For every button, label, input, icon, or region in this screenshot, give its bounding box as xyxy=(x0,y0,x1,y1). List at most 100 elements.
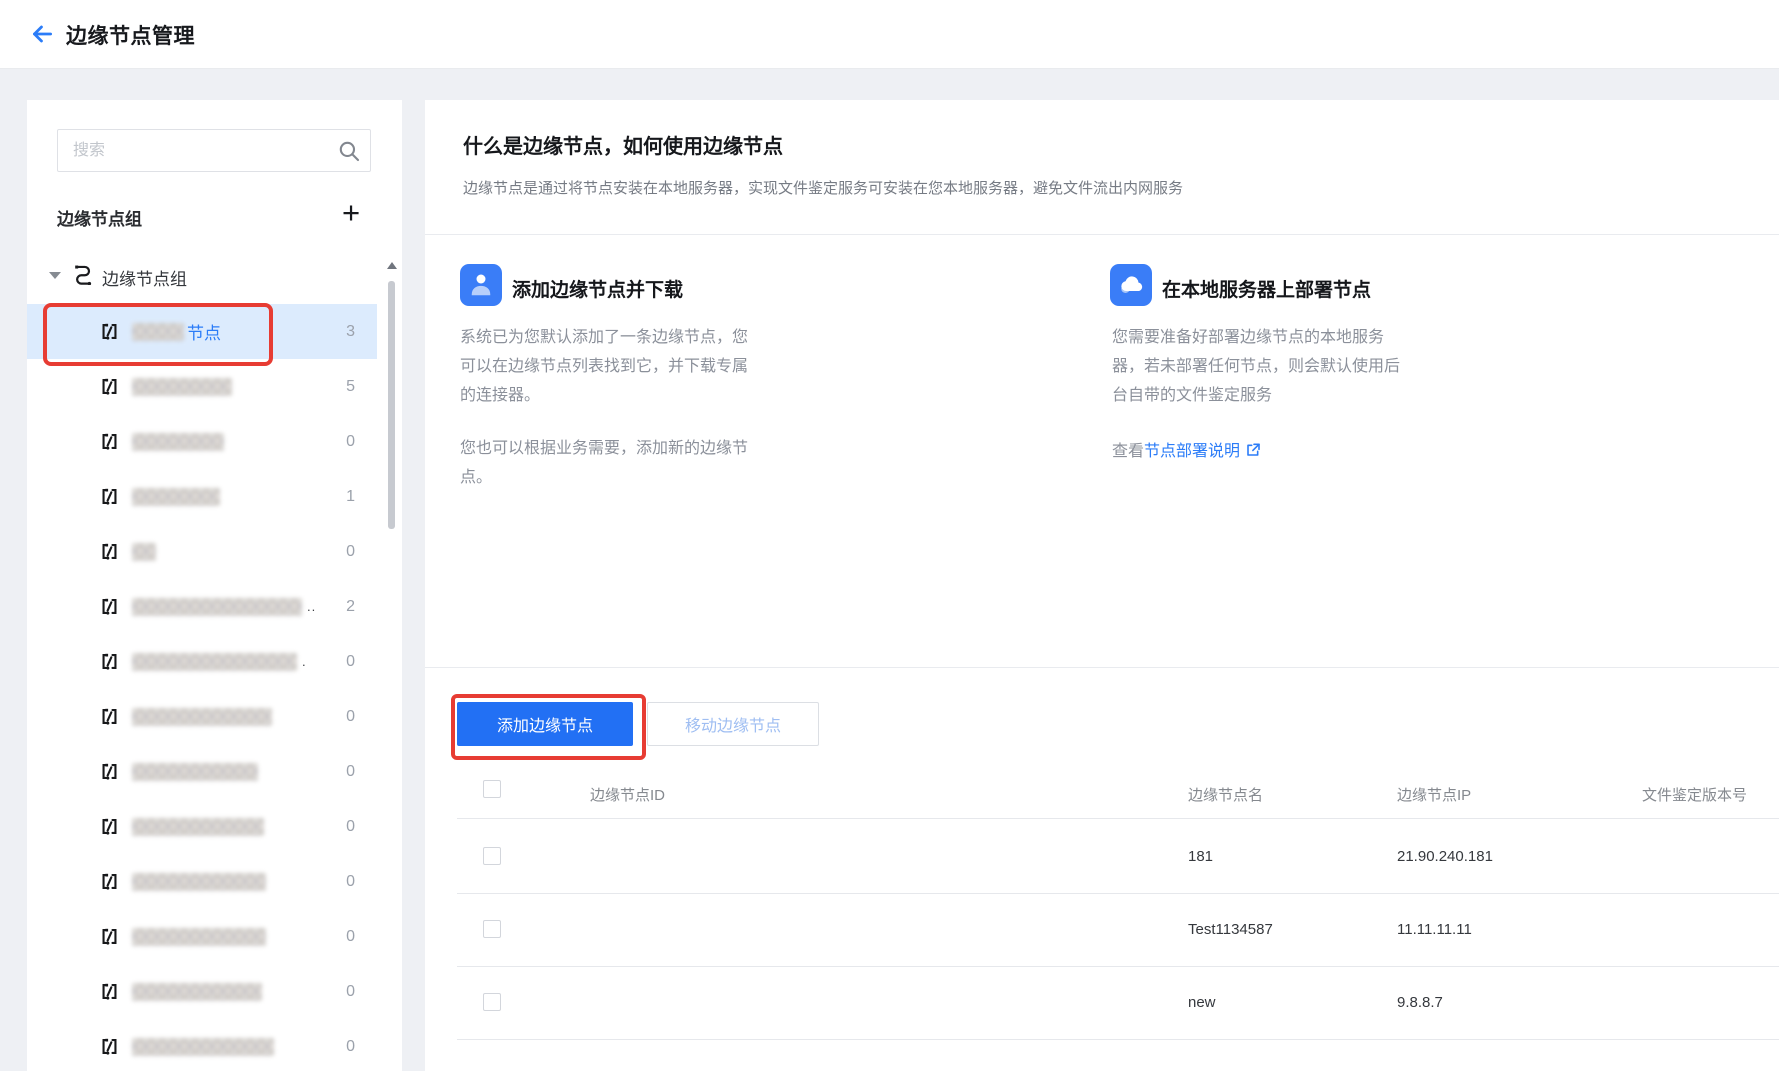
card-deploy-paragraph: 您需要准备好部署边缘节点的本地服务器，若未部署任何节点，则会默认使用后台自带的文… xyxy=(1112,329,1401,404)
search-input[interactable] xyxy=(71,130,335,171)
node-count-badge: 0 xyxy=(346,652,355,670)
intro-description: 边缘节点是通过将节点安装在本地服务器，实现文件鉴定服务可安装在您本地服务器，避免… xyxy=(463,180,1184,197)
select-all-checkbox[interactable] xyxy=(483,780,501,798)
edge-node-management-page: 边缘节点管理 边缘节点组 + 边缘节点组 xyxy=(0,0,1779,1071)
column-header-node-name: 边缘节点名 xyxy=(1188,787,1264,804)
node-count-badge: 0 xyxy=(346,872,355,890)
external-link-icon[interactable] xyxy=(1245,442,1261,463)
redacted-node-name xyxy=(132,487,220,506)
node-count-badge: 0 xyxy=(346,817,355,835)
node-icon xyxy=(99,926,120,947)
node-icon xyxy=(99,376,120,397)
row-checkbox[interactable] xyxy=(483,847,501,865)
node-icon xyxy=(99,981,120,1002)
cell-node-ip: 11.11.11.11 xyxy=(1397,921,1472,938)
sidebar-node-group-item[interactable]: . 0 xyxy=(27,634,377,689)
sidebar-scrollbar-thumb[interactable] xyxy=(388,281,395,529)
sidebar-node-group-item[interactable]: 1 xyxy=(27,469,377,524)
node-icon xyxy=(99,1036,120,1057)
card-add-paragraph-2: 您也可以根据业务需要，添加新的边缘节点。 xyxy=(460,440,749,486)
cell-node-name: new xyxy=(1188,994,1216,1011)
divider xyxy=(425,667,1779,668)
cloud-icon xyxy=(1110,264,1152,306)
sidebar-node-group-item[interactable]: 0 xyxy=(27,854,377,909)
node-icon xyxy=(99,816,120,837)
node-icon xyxy=(99,706,120,727)
node-count-badge: 0 xyxy=(346,432,355,450)
node-count-badge: 1 xyxy=(346,487,355,505)
cell-node-name: Test1134587 xyxy=(1188,921,1273,938)
sidebar-node-group-item[interactable]: 0 xyxy=(27,524,377,579)
row-divider xyxy=(457,893,1779,894)
sidebar-node-group-item[interactable]: 0 xyxy=(27,1019,377,1071)
redacted-node-name xyxy=(132,872,266,891)
redacted-node-name xyxy=(132,377,232,396)
move-edge-node-button[interactable]: 移动边缘节点 xyxy=(647,702,819,746)
column-header-node-ip: 边缘节点IP xyxy=(1397,787,1472,804)
back-arrow-icon[interactable] xyxy=(28,20,56,48)
top-bar xyxy=(0,0,1779,69)
page-title: 边缘节点管理 xyxy=(66,25,195,48)
card-add-title: 添加边缘节点并下载 xyxy=(512,280,684,301)
add-edge-node-button[interactable]: 添加边缘节点 xyxy=(457,702,633,746)
node-count-badge: 0 xyxy=(346,707,355,725)
link-prefix: 查看 xyxy=(1112,443,1145,460)
redacted-node-name xyxy=(132,597,302,616)
node-group-list: 节点 3 5 0 1 0 .. 2 . 0 0 0 0 0 0 0 0 xyxy=(27,304,377,1071)
deploy-doc-line: 查看节点部署说明 xyxy=(1112,437,1261,463)
add-group-icon[interactable]: + xyxy=(342,197,360,228)
node-count-badge: 5 xyxy=(346,377,355,395)
node-count-badge: 2 xyxy=(346,597,355,615)
sidebar-node-group-item[interactable]: .. 2 xyxy=(27,579,377,634)
sidebar-node-group-item[interactable]: 0 xyxy=(27,799,377,854)
node-group-icon xyxy=(72,262,95,290)
node-icon xyxy=(99,431,120,452)
node-count-badge: 3 xyxy=(346,322,355,340)
redacted-node-name xyxy=(132,982,262,1001)
sidebar-node-group-item[interactable]: 0 xyxy=(27,744,377,799)
column-header-node-id: 边缘节点ID xyxy=(590,787,666,804)
node-group-section-title: 边缘节点组 xyxy=(57,210,142,229)
main-panel xyxy=(425,100,1779,1071)
divider xyxy=(425,234,1779,235)
sidebar-node-group-item[interactable]: 0 xyxy=(27,964,377,1019)
redacted-node-name xyxy=(132,322,184,341)
sidebar-node-group-item[interactable]: 0 xyxy=(27,414,377,469)
redacted-node-name xyxy=(132,707,272,726)
truncation-dots: . xyxy=(302,654,307,669)
node-icon xyxy=(99,651,120,672)
chevron-down-icon[interactable] xyxy=(49,272,61,279)
sidebar-node-group-item[interactable]: 0 xyxy=(27,689,377,744)
intro-title: 什么是边缘节点，如何使用边缘节点 xyxy=(463,136,783,158)
card-add-paragraph-1: 系统已为您默认添加了一条边缘节点，您可以在边缘节点列表找到它，并下载专属的连接器… xyxy=(460,329,749,404)
node-icon xyxy=(99,541,120,562)
node-group-root-label[interactable]: 边缘节点组 xyxy=(102,265,187,290)
node-count-badge: 0 xyxy=(346,982,355,1000)
sidebar-node-group-item[interactable]: 0 xyxy=(27,909,377,964)
node-count-badge: 0 xyxy=(346,762,355,780)
node-icon xyxy=(99,871,120,892)
row-divider xyxy=(457,1039,1779,1040)
column-header-version: 文件鉴定版本号 xyxy=(1642,787,1748,804)
redacted-node-name xyxy=(132,817,264,836)
row-checkbox[interactable] xyxy=(483,920,501,938)
table-header-divider xyxy=(457,818,1779,819)
search-box xyxy=(57,129,371,172)
redacted-node-name xyxy=(132,1037,274,1056)
node-icon xyxy=(99,596,120,617)
redacted-node-name xyxy=(132,762,258,781)
cell-node-name: 181 xyxy=(1188,848,1214,865)
node-name-suffix: 节点 xyxy=(187,324,221,343)
node-count-badge: 0 xyxy=(346,927,355,945)
sidebar-node-group-item[interactable]: 5 xyxy=(27,359,377,414)
search-icon[interactable] xyxy=(337,139,361,168)
row-checkbox[interactable] xyxy=(483,993,501,1011)
deploy-doc-link[interactable]: 节点部署说明 xyxy=(1144,443,1240,460)
node-count-badge: 0 xyxy=(346,1037,355,1055)
node-count-badge: 0 xyxy=(346,542,355,560)
scrollbar-up-arrow-icon[interactable] xyxy=(387,262,397,269)
row-divider xyxy=(457,966,1779,967)
sidebar-node-group-item[interactable]: 节点 3 xyxy=(27,304,377,359)
redacted-node-name xyxy=(132,432,224,451)
cell-node-ip: 9.8.8.7 xyxy=(1397,994,1443,1011)
